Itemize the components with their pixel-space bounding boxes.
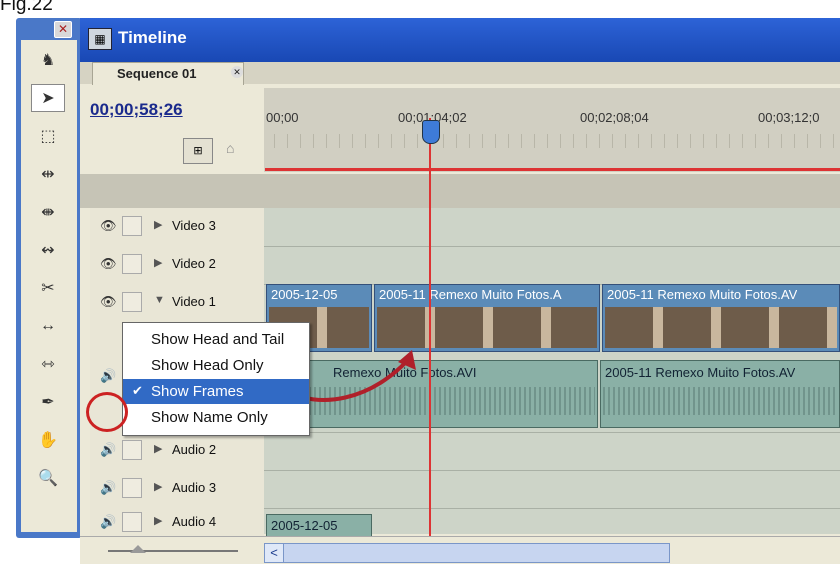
track-name: Video 3	[172, 218, 216, 233]
eye-icon[interactable]: 👁	[100, 218, 118, 234]
tab-bar: Sequence 01 ✕	[80, 62, 840, 85]
clip-name: 2005-12-05	[271, 518, 338, 533]
horizontal-scrollbar[interactable]: <	[264, 543, 670, 563]
ruler-ticks	[274, 134, 840, 148]
audio-clip[interactable]: 2005-12-05	[266, 514, 372, 538]
eye-icon[interactable]: 👁	[100, 294, 118, 310]
slip-tool-icon[interactable]: ↔	[31, 312, 65, 340]
track-name: Video 1	[172, 294, 216, 309]
display-style-menu: Show Head and Tail Show Head Only ✔ Show…	[122, 322, 310, 436]
annotation-circle	[86, 392, 128, 432]
audio-clip[interactable]: 2005-11 Remexo Muito Fotos.AV	[600, 360, 840, 428]
tools-list: ♞ ➤ ⬚ ⇹ ⇼ ↭ ✂ ↔ ⇿ ✒ ✋ 🔍	[21, 40, 77, 532]
menu-item-head-and-tail[interactable]: Show Head and Tail	[123, 327, 309, 352]
clip-name: 2005-11 Remexo Muito Fotos.AV	[607, 287, 798, 302]
track-name: Audio 3	[172, 480, 217, 495]
expand-icon[interactable]: ▶	[154, 480, 162, 493]
tab-label: Sequence 01	[117, 66, 197, 81]
razor-tool-icon[interactable]: ✂	[31, 274, 65, 302]
close-tab-icon[interactable]: ✕	[231, 66, 243, 78]
marker-icon[interactable]: ⌂	[226, 140, 240, 158]
tab-sequence-01[interactable]: Sequence 01 ✕	[92, 62, 244, 85]
scroll-left-icon[interactable]: <	[265, 544, 284, 562]
clip-name: 2005-11 Remexo Muito Fotos.AV	[605, 365, 796, 380]
track-divider	[264, 432, 840, 433]
ripple-edit-tool-icon[interactable]: ⇹	[31, 160, 65, 188]
window-title: Timeline	[118, 28, 187, 47]
eye-icon[interactable]: 👁	[100, 256, 118, 272]
title-bar[interactable]: ▦ Timeline	[80, 18, 840, 62]
track-header-video-2: 👁 ▶ Video 2	[90, 246, 264, 285]
track-select-tool-icon[interactable]: ⬚	[31, 122, 65, 150]
hand-tool-icon[interactable]: ✋	[31, 426, 65, 454]
expand-icon[interactable]: ▶	[154, 514, 162, 527]
clip-waveform	[603, 387, 837, 415]
track-name: Audio 2	[172, 442, 217, 457]
figure-label: Fig.22	[0, 0, 53, 15]
track-header-audio-2: 🔊 ▶ Audio 2	[90, 432, 264, 471]
lock-toggle[interactable]	[122, 216, 142, 236]
timeline-icon: ▦	[88, 28, 112, 50]
lock-toggle[interactable]	[122, 254, 142, 274]
rolling-edit-tool-icon[interactable]: ⇼	[31, 198, 65, 226]
track-divider	[264, 508, 840, 509]
track-name: Video 2	[172, 256, 216, 271]
lock-toggle[interactable]	[122, 292, 142, 312]
track-divider	[264, 246, 840, 247]
speaker-icon[interactable]: 🔊	[100, 480, 118, 496]
video-clip[interactable]: 2005-11 Remexo Muito Fotos.AV	[602, 284, 840, 352]
ruler-tick-label: 00;00	[266, 110, 299, 125]
playhead-line[interactable]	[429, 118, 431, 538]
speaker-icon[interactable]: 🔊	[100, 368, 118, 384]
clip-name: 2005-11 Remexo Muito Fotos.A	[379, 287, 562, 302]
menu-item-show-frames[interactable]: ✔ Show Frames	[123, 379, 309, 404]
zoom-tool-icon[interactable]: 🔍	[31, 464, 65, 492]
lock-toggle[interactable]	[122, 440, 142, 460]
close-icon[interactable]: ✕	[54, 21, 72, 38]
time-ruler[interactable]: 00;00 00;01;04;02 00;02;08;04 00;03;12;0	[264, 88, 840, 172]
track-name: Audio 4	[172, 514, 217, 529]
track-header-audio-3: 🔊 ▶ Audio 3	[90, 470, 264, 509]
check-icon: ✔	[132, 383, 143, 398]
horse-icon[interactable]: ♞	[31, 46, 65, 74]
expand-icon[interactable]: ▼	[154, 294, 165, 306]
lock-toggle[interactable]	[122, 512, 142, 532]
track-header-audio-4: 🔊 ▶ Audio 4	[90, 508, 264, 537]
speaker-icon[interactable]: 🔊	[100, 514, 118, 530]
track-divider	[264, 470, 840, 471]
timecode-display[interactable]: 00;00;58;26	[90, 100, 183, 120]
slide-tool-icon[interactable]: ⇿	[31, 350, 65, 378]
pen-tool-icon[interactable]: ✒	[31, 388, 65, 416]
track-header-video-3: 👁 ▶ Video 3	[90, 208, 264, 247]
bottom-bar: <	[80, 536, 840, 564]
menu-item-head-only[interactable]: Show Head Only	[123, 353, 309, 378]
lock-toggle[interactable]	[122, 478, 142, 498]
zoom-slider[interactable]	[98, 545, 252, 553]
tools-palette: ✕ ♞ ➤ ⬚ ⇹ ⇼ ↭ ✂ ↔ ⇿ ✒ ✋ 🔍	[16, 18, 82, 538]
snap-icon[interactable]: ⊞	[183, 138, 213, 164]
clip-name: 2005-12-05	[271, 287, 338, 302]
playhead-handle[interactable]	[422, 120, 440, 144]
expand-icon[interactable]: ▶	[154, 218, 162, 231]
work-area-bar[interactable]	[265, 168, 840, 171]
speaker-icon[interactable]: 🔊	[100, 442, 118, 458]
clip-frames	[605, 307, 837, 348]
expand-icon[interactable]: ▶	[154, 256, 162, 269]
ruler-tick-label: 00;02;08;04	[580, 110, 649, 125]
expand-icon[interactable]: ▶	[154, 442, 162, 455]
selection-tool-icon[interactable]: ➤	[31, 84, 65, 112]
ruler-tick-label: 00;03;12;0	[758, 110, 820, 125]
header-spacer	[80, 174, 840, 208]
menu-item-name-only[interactable]: Show Name Only	[123, 405, 309, 430]
rate-stretch-tool-icon[interactable]: ↭	[31, 236, 65, 264]
